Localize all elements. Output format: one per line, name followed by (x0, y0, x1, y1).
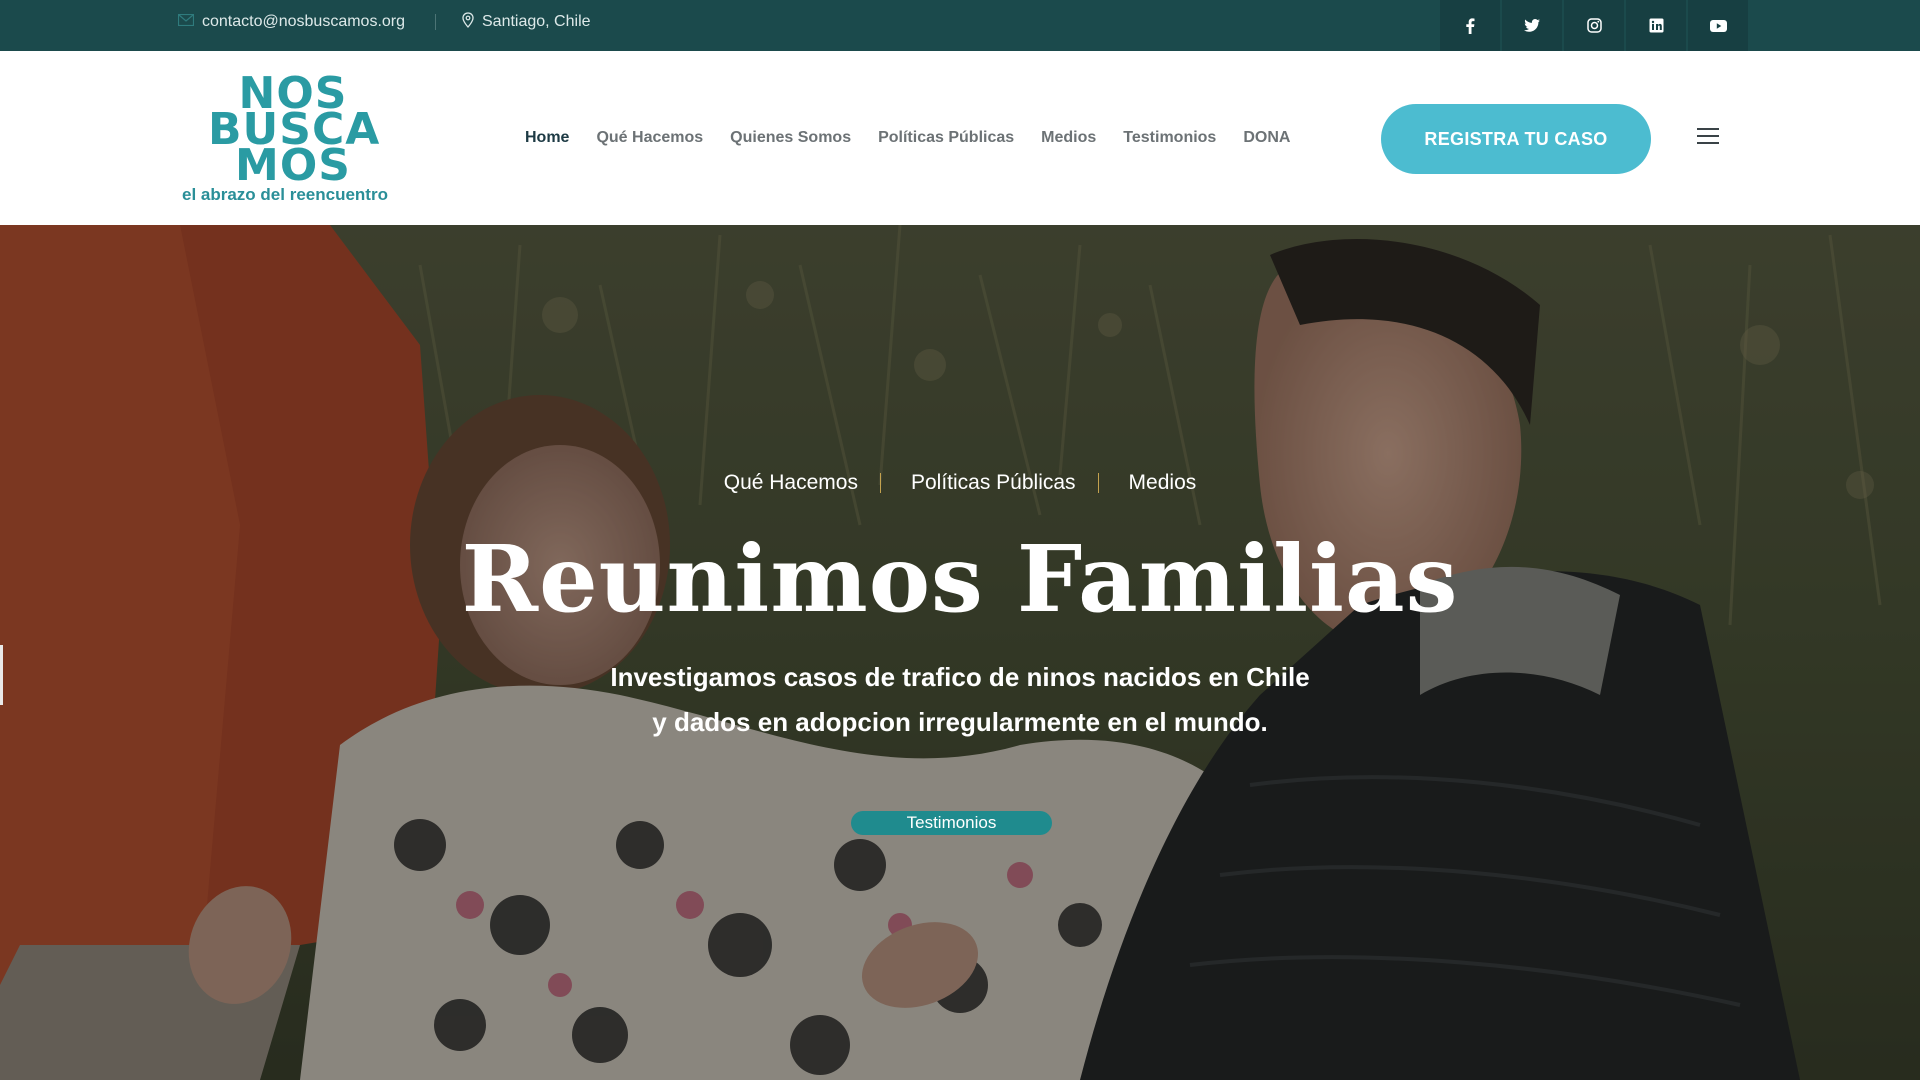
hero-link-que-hacemos[interactable]: Qué Hacemos (724, 471, 858, 495)
facebook-icon[interactable] (1440, 0, 1500, 51)
youtube-icon[interactable] (1688, 0, 1748, 51)
social-links (1440, 0, 1748, 51)
logo-line-3: MOS (235, 140, 351, 191)
linkedin-icon[interactable] (1626, 0, 1686, 51)
testimonios-button[interactable]: Testimonios (851, 811, 1052, 835)
nav-item-quienes-somos[interactable]: Quienes Somos (730, 129, 851, 147)
top-bar: contacto@nosbuscamos.org Santiago, Chile (0, 0, 1920, 51)
contact-email[interactable]: contacto@nosbuscamos.org (177, 0, 405, 44)
main-nav: Home Qué Hacemos Quienes Somos Políticas… (525, 51, 1317, 225)
hero-link-medios[interactable]: Medios (1129, 471, 1197, 495)
mail-icon (177, 13, 195, 31)
nav-item-politicas-publicas[interactable]: Políticas Públicas (878, 129, 1014, 147)
logo-tagline: el abrazo del reencuentro (182, 185, 388, 204)
hero-links: Qué Hacemos Políticas Públicas Medios (0, 471, 1920, 495)
hero-section: Qué Hacemos Políticas Públicas Medios Re… (0, 225, 1920, 1080)
map-pin-icon (462, 11, 474, 33)
nav-item-dona[interactable]: DONA (1243, 129, 1290, 147)
nav-item-testimonios[interactable]: Testimonios (1123, 129, 1216, 147)
hero-overlay (0, 225, 1920, 1080)
hero-link-divider (1097, 473, 1099, 493)
nav-item-que-hacemos[interactable]: Qué Hacemos (596, 129, 703, 147)
contact-location: Santiago, Chile (462, 0, 591, 44)
registra-caso-button[interactable]: REGISTRA TU CASO (1381, 104, 1651, 174)
hero-title: Reunimos Familias (461, 525, 1459, 633)
hero-subtitle-line-1: Investigamos casos de trafico de ninos n… (610, 662, 1310, 692)
site-header: NOS BUSCA MOS el abrazo del reencuentro … (0, 51, 1920, 225)
nav-item-home[interactable]: Home (525, 129, 569, 147)
hero-side-tab[interactable] (0, 645, 3, 705)
nav-item-medios[interactable]: Medios (1041, 129, 1096, 147)
location-text: Santiago, Chile (482, 13, 591, 30)
contact-email-text[interactable]: contacto@nosbuscamos.org (202, 13, 405, 31)
twitter-icon[interactable] (1502, 0, 1562, 51)
hero-link-divider (879, 473, 881, 493)
instagram-icon[interactable] (1564, 0, 1624, 51)
hamburger-menu-icon[interactable] (1697, 128, 1719, 148)
topbar-divider (435, 14, 436, 30)
hero-subtitle: Investigamos casos de trafico de ninos n… (560, 655, 1360, 745)
hero-subtitle-line-2: y dados en adopcion irregularmente en el… (652, 707, 1268, 737)
site-logo[interactable]: NOS BUSCA MOS el abrazo del reencuentro (182, 71, 408, 209)
hero-link-politicas-publicas[interactable]: Políticas Públicas (911, 471, 1076, 495)
